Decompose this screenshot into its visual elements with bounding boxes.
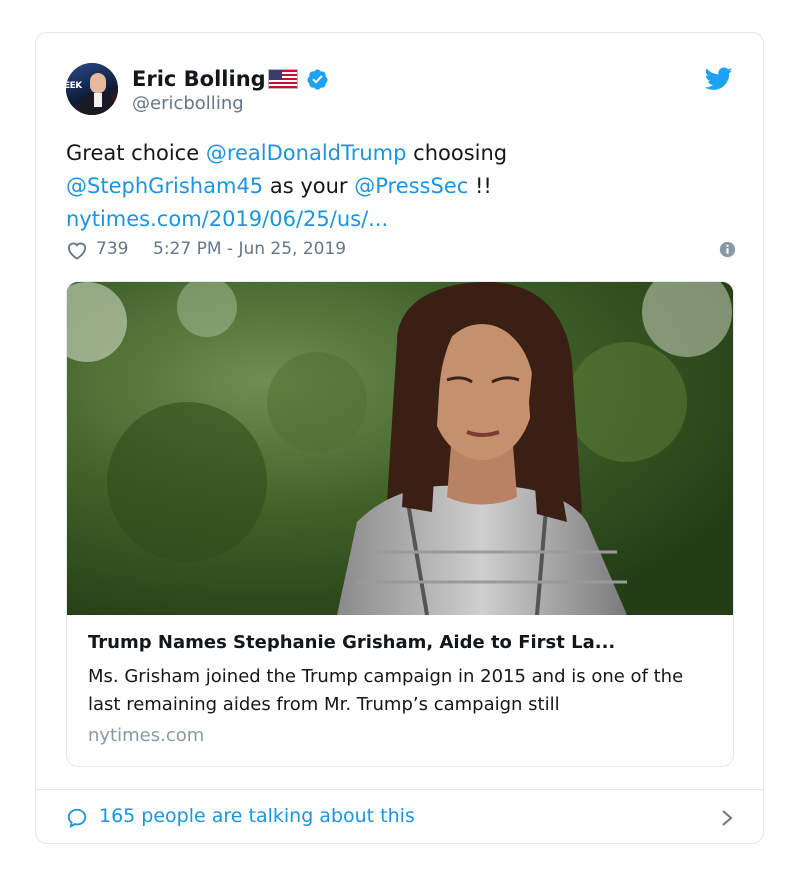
info-icon[interactable] (719, 241, 736, 258)
chevron-right-icon[interactable] (720, 809, 734, 827)
verified-icon (307, 68, 328, 90)
avatar[interactable]: EEK (66, 63, 118, 115)
link-card-description: Ms. Grisham joined the Trump campaign in… (88, 666, 684, 715)
talking-count-link[interactable]: 165 people are talking about this (99, 805, 415, 827)
tweet-line-3: nytimes.com/2019/06/25/us/... (66, 203, 736, 236)
tweet-text-segment: Great choice (66, 141, 206, 165)
tweet-text-segment: as your (263, 174, 355, 198)
article-image[interactable] (67, 282, 733, 615)
link-preview-card[interactable]: Trump Names Stephanie Grisham, Aide to F… (66, 281, 734, 767)
mention-stephgrisham45[interactable]: @StephGrisham45 (66, 174, 263, 198)
mention-realdonaldtrump[interactable]: @realDonaldTrump (206, 141, 407, 165)
conversation-footer[interactable]: 165 people are talking about this (66, 790, 736, 844)
tweet-line-1: Great choice @realDonaldTrump choosing (66, 137, 736, 170)
tweet-text-segment: !! (468, 174, 492, 198)
tweet-text-segment: choosing (406, 141, 508, 165)
tweet-line-2: @StephGrisham45 as your @PressSec !! (66, 170, 736, 203)
mention-presssec[interactable]: @PressSec (354, 174, 468, 198)
user-handle[interactable]: @ericbolling (132, 93, 244, 114)
speech-bubble-icon (67, 808, 87, 829)
like-count[interactable]: 739 (96, 239, 128, 259)
us-flag-icon (267, 69, 298, 89)
heart-icon[interactable] (66, 240, 88, 260)
link-card-domain: nytimes.com (88, 725, 205, 746)
avatar-figure-shirt (94, 93, 102, 107)
name-row: Eric Bolling (132, 65, 329, 93)
tweet-text: Great choice @realDonaldTrump choosing @… (66, 137, 736, 236)
avatar-figure-head (90, 73, 106, 93)
avatar-logo-text: EEK (66, 81, 82, 91)
tweet-header: EEK Eric Bolling @ericbolling (66, 63, 736, 119)
tweet-meta: 739 5:27 PM - Jun 25, 2019 (66, 237, 736, 263)
display-name[interactable]: Eric Bolling (132, 67, 266, 91)
article-photo-illustration (67, 282, 733, 615)
tweet-url-link[interactable]: nytimes.com/2019/06/25/us/... (66, 207, 388, 231)
embedded-tweet-card[interactable]: EEK Eric Bolling @ericbolling Great choi… (35, 32, 764, 844)
tweet-timestamp[interactable]: 5:27 PM - Jun 25, 2019 (153, 239, 346, 259)
link-card-title[interactable]: Trump Names Stephanie Grisham, Aide to F… (88, 632, 713, 653)
twitter-bird-icon[interactable] (705, 67, 733, 91)
